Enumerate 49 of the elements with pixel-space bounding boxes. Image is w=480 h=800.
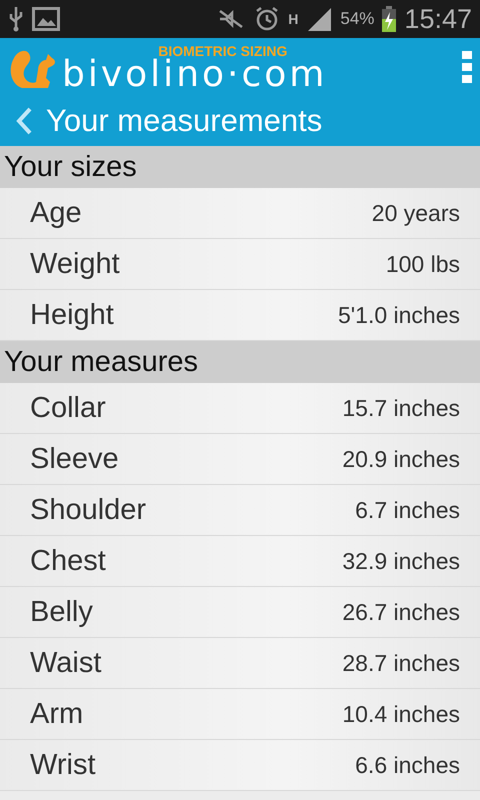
measurement-row[interactable]: Shoulder 6.7 inches: [0, 485, 480, 536]
measurement-label: Belly: [30, 596, 93, 628]
measurement-value: 10.4 inches: [342, 700, 460, 728]
measurement-value: 6.7 inches: [355, 496, 460, 524]
measurement-label: Shoulder: [30, 494, 146, 526]
measurement-value: 15.7 inches: [342, 394, 460, 422]
section-title: Your measures: [4, 346, 198, 378]
measurement-row[interactable]: Waist 28.7 inches: [0, 638, 480, 689]
image-icon: [32, 7, 60, 31]
measurement-row[interactable]: Belly 26.7 inches: [0, 587, 480, 638]
back-button[interactable]: [14, 106, 34, 136]
network-type: H: [288, 12, 298, 26]
battery-charging-icon: [382, 6, 396, 32]
signal-icon: [306, 6, 332, 32]
measurement-label: Waist: [30, 646, 102, 680]
measurement-value: 26.7 inches: [342, 598, 460, 626]
measurement-label: Age: [30, 196, 82, 230]
measurement-value: 5'1.0 inches: [338, 302, 460, 328]
measurement-value: 28.7 inches: [342, 650, 460, 676]
measurement-value: 32.9 inches: [342, 548, 460, 574]
measurement-label: Height: [30, 298, 114, 332]
measurement-label: Sleeve: [30, 442, 119, 476]
measurement-row[interactable]: Height 5'1.0 inches: [0, 290, 480, 341]
measurement-row[interactable]: Weight 100 lbs: [0, 239, 480, 290]
measurement-row[interactable]: Collar 15.7 inches: [0, 383, 480, 434]
menu-button[interactable]: [462, 51, 472, 83]
measurement-row[interactable]: Chest 32.9 inches: [0, 536, 480, 587]
measurement-row[interactable]: Arm 10.4 inches: [0, 689, 480, 740]
measurement-value: 6.6 inches: [355, 752, 460, 778]
measurement-row[interactable]: Wrist 6.6 inches: [0, 740, 480, 791]
measurement-label: Arm: [30, 698, 84, 730]
measurement-value: 100 lbs: [386, 250, 460, 278]
measurement-value: 20.9 inches: [342, 446, 460, 472]
measurement-row[interactable]: Sleeve 20.9 inches: [0, 434, 480, 485]
page-title: Your measurements: [46, 103, 322, 139]
clock: 15:47: [404, 4, 472, 34]
measurement-label: Collar: [30, 392, 106, 424]
measurement-value: 20 years: [372, 200, 460, 226]
usb-icon: [8, 6, 24, 32]
alarm-icon: [254, 6, 280, 32]
battery-percent: 54%: [340, 9, 374, 29]
tagline: BIOMETRIC SIZING: [158, 43, 288, 59]
measurement-row[interactable]: Age 20 years: [0, 188, 480, 239]
measurement-label: Wrist: [30, 748, 96, 782]
logo-text: bivolino·com: [62, 59, 328, 91]
section-title: Your sizes: [4, 150, 137, 184]
measurement-label: Chest: [30, 544, 106, 578]
menu-icon: [462, 51, 472, 83]
measurement-label: Weight: [30, 248, 120, 280]
